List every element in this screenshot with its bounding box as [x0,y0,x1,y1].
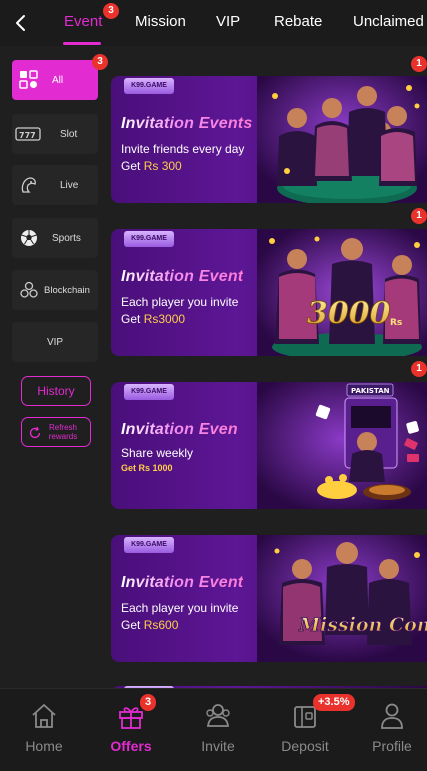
category-label: All [52,74,64,86]
banner-badge: 1 [411,208,427,224]
refresh-rewards-button[interactable]: Refresh rewards [21,417,91,447]
banner-title: Invitation Event [121,268,244,285]
nav-label: Home [25,738,63,754]
banner-subtitle: Share weekly [121,446,194,460]
svg-text:777: 777 [19,131,36,140]
refresh-icon [29,426,41,439]
invite-icon [206,704,230,727]
grid-icon [19,70,38,89]
tab-rebate[interactable]: Rebate [274,13,322,30]
category-sports[interactable]: Sports [12,218,98,258]
soccer-ball-icon [21,230,37,246]
event-banner[interactable]: K99.GAME Invitation Event Each player yo… [111,229,427,356]
nav-invite[interactable]: Invite [178,701,258,754]
category-vip[interactable]: VIP [12,322,98,362]
banner-subtitle: Invite friends every day [121,142,245,156]
live-icon [21,177,36,193]
top-tab-bar: Event 3 Mission VIP Rebate Unclaimed [0,0,427,46]
nav-label: Profile [372,738,412,754]
tab-mission[interactable]: Mission [135,13,186,30]
event-banner[interactable]: K99.GAME Invitation Event Each player yo… [111,535,427,662]
category-label: Live [60,179,79,191]
category-slot[interactable]: 777 Slot [12,114,98,154]
bottom-navigation: Home Offers 3 Invite Deposit +3.5% Profi… [0,688,427,771]
art-currency-text: Rs [390,318,402,328]
banner-reward: Get Rs 1000 [121,463,173,473]
back-arrow-icon[interactable] [10,11,32,35]
history-button[interactable]: History [21,376,91,406]
category-blockchain[interactable]: Blockchain [12,270,98,310]
art-sign-text: PAKISTAN [351,387,390,395]
refresh-rewards-label: Refresh rewards [48,423,78,441]
slot-machine-illustration: PAKISTAN [257,382,427,509]
nav-label: Offers [110,738,152,754]
brand-logo: K99.GAME [124,231,174,247]
tab-event-badge: 3 [103,3,119,19]
banner-badge: 1 [411,361,427,377]
category-label: VIP [46,336,64,348]
banner-title: Invitation Events [121,115,253,132]
casino-players-illustration [257,76,427,203]
brand-logo: K99.GAME [124,384,174,400]
art-mission-text: Mission Completed [298,614,427,636]
brand-logo: K99.GAME [124,537,174,553]
mission-completed-illustration: Mission Completed [257,535,427,662]
home-icon [32,704,56,728]
art-amount-text: 3000 [307,296,391,331]
tab-event[interactable]: Event [64,13,102,30]
nav-label: Deposit [281,738,329,754]
banner-subtitle: Each player you invite [121,295,239,309]
nav-home[interactable]: Home [4,701,84,754]
tab-vip[interactable]: VIP [216,13,240,30]
tab-unclaimed[interactable]: Unclaimed [353,13,424,30]
category-live[interactable]: Live [12,165,98,205]
banner-reward: Get Rs600 [121,618,179,632]
active-tab-indicator [63,42,101,45]
banner-title: Invitation Event [121,574,244,591]
banner-reward: Get Rs3000 [121,312,186,326]
category-label: Sports [52,232,81,244]
banner-title: Invitation Even [121,421,238,438]
reward-3000-illustration: 3000 Rs [257,229,427,356]
nav-deposit-badge: +3.5% [313,694,355,711]
nav-profile[interactable]: Profile [352,701,427,754]
event-banner[interactable]: K99.GAME Invitation Even Share weekly Ge… [111,382,427,509]
banner-badge: 1 [411,56,427,72]
nav-offers-badge: 3 [140,694,156,711]
banner-subtitle: Each player you invite [121,601,239,615]
category-label: Blockchain [44,284,90,296]
offers-screen: Event 3 Mission VIP Rebate Unclaimed All… [0,0,427,771]
event-banner[interactable]: K99.GAME Invitation Events Invite friend… [111,76,427,203]
profile-icon [381,703,403,729]
category-all[interactable]: All [12,60,98,100]
category-all-badge: 3 [92,54,108,70]
blockchain-icon [20,281,38,298]
nav-offers[interactable]: Offers [91,701,171,754]
brand-logo: K99.GAME [124,78,174,94]
category-label: Slot [60,128,78,140]
banner-reward: Get Rs 300 [121,159,182,173]
nav-label: Invite [201,738,235,754]
slot-icon: 777 [15,127,41,141]
